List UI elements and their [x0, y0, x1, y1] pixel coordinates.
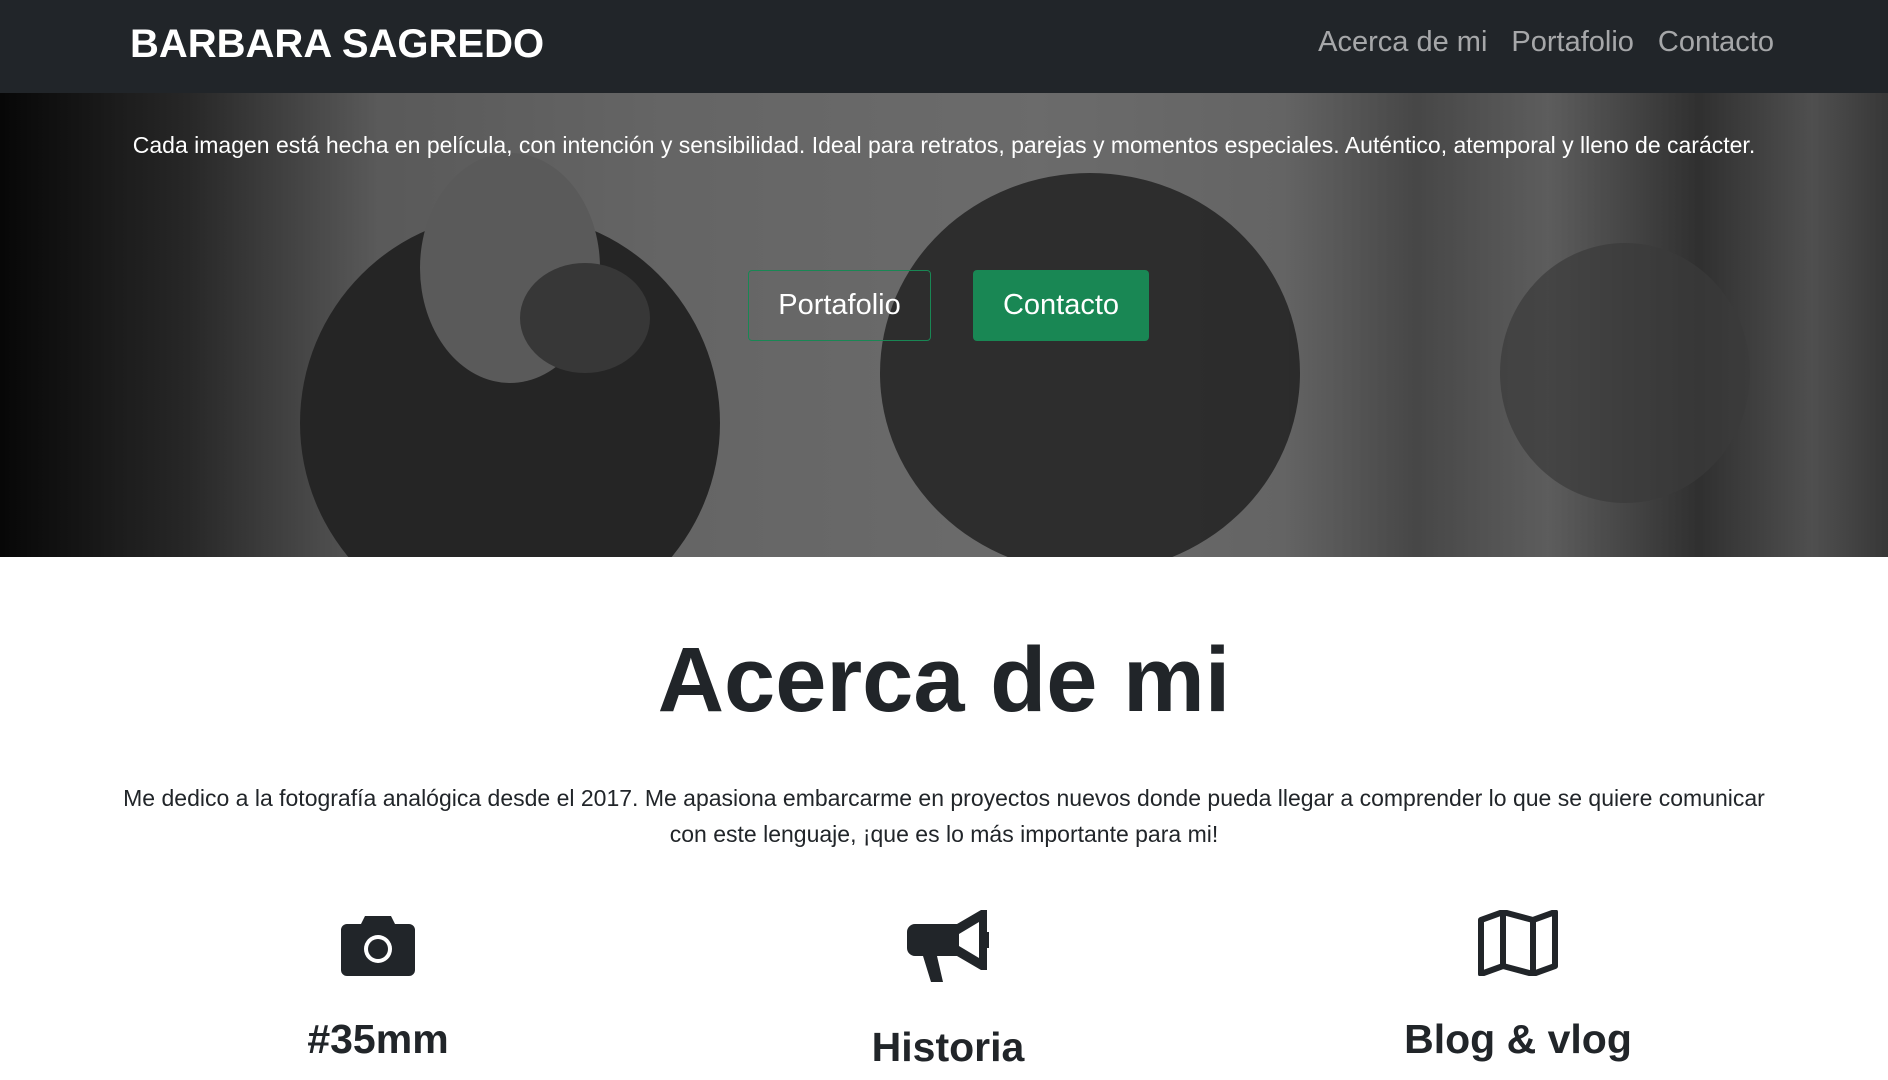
- megaphone-icon: [907, 910, 989, 982]
- brand-logo[interactable]: BARBARA SAGREDO: [130, 22, 544, 67]
- map-icon: [1478, 910, 1558, 976]
- nav-link-about[interactable]: Acerca de mi: [1318, 26, 1487, 59]
- portfolio-button[interactable]: Portafolio: [748, 270, 931, 341]
- nav-links: Acerca de mi Portafolio Contacto: [1318, 26, 1774, 59]
- about-title: Acerca de mi: [657, 629, 1231, 731]
- hero-section: Cada imagen está hecha en película, con …: [0, 93, 1888, 557]
- feature-historia: Historia: [748, 910, 1148, 1071]
- camera-icon: [341, 916, 415, 976]
- hero-text: Cada imagen está hecha en película, con …: [132, 132, 1756, 158]
- feature-title: #35mm: [307, 1016, 449, 1062]
- about-text: Me dedico a la fotografía analógica desd…: [123, 785, 1765, 847]
- contact-button[interactable]: Contacto: [973, 270, 1149, 341]
- feature-blog: Blog & vlog: [1318, 910, 1718, 1063]
- feature-title: Historia: [871, 1024, 1025, 1070]
- feature-title: Blog & vlog: [1404, 1016, 1632, 1062]
- nav-link-contact[interactable]: Contacto: [1658, 26, 1774, 59]
- feature-35mm: #35mm: [178, 910, 578, 1063]
- navbar: BARBARA SAGREDO Acerca de mi Portafolio …: [0, 0, 1888, 93]
- nav-link-portfolio[interactable]: Portafolio: [1511, 26, 1634, 59]
